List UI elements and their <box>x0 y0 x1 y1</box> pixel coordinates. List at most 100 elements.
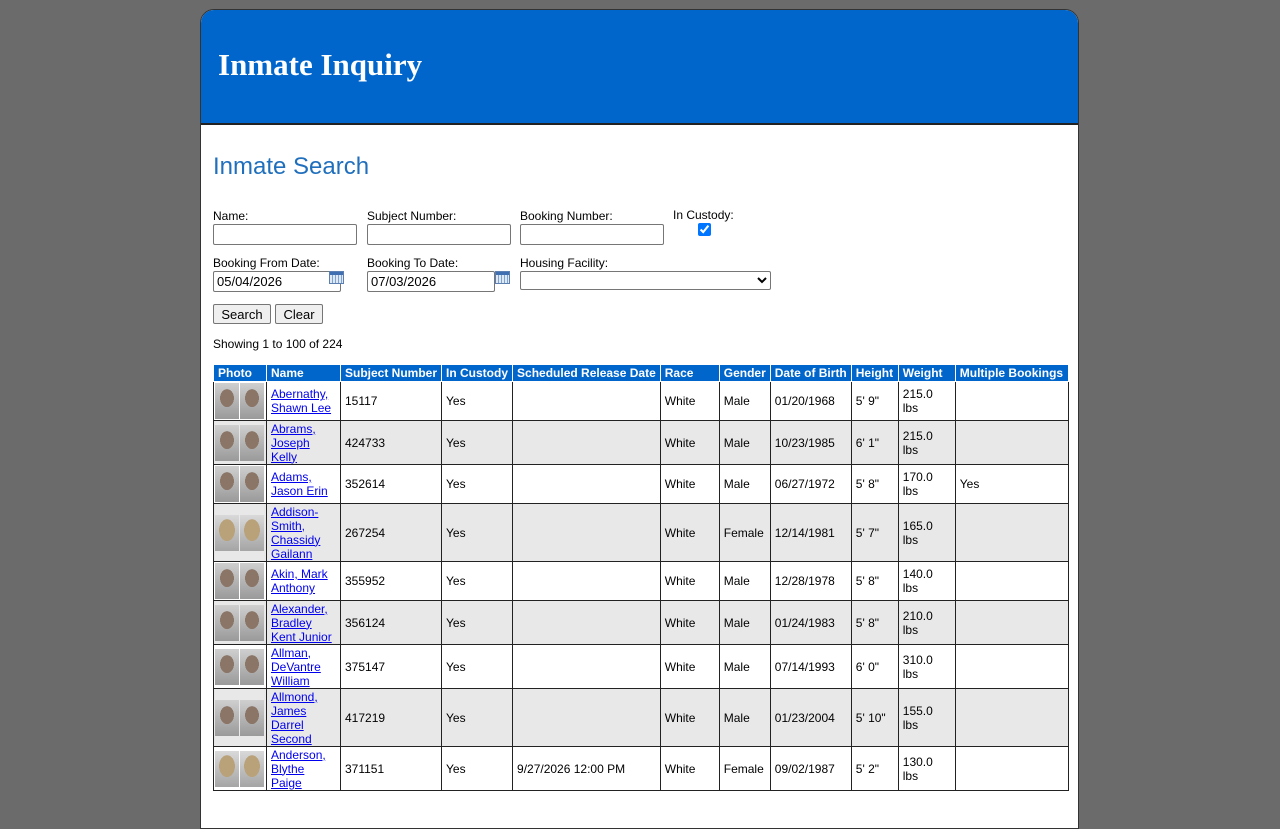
subject-number-cell: 424733 <box>339 420 443 465</box>
table-row: Akin, Mark Anthony 355952 Yes White Male 12/28… <box>213 561 1069 601</box>
inmate-name-link[interactable]: Addison- Smith, Chassidy Gailann <box>271 505 320 561</box>
inmate-name-part: DeVantre <box>271 659 321 674</box>
inmate-photo[interactable] <box>215 383 239 419</box>
name-cell: Allman, DeVantre William <box>266 644 341 689</box>
inmate-name-link[interactable]: Akin, Mark Anthony <box>271 567 328 595</box>
inmate-photo[interactable] <box>240 563 264 599</box>
inmate-name-link[interactable]: Allmond, James Darrel Second <box>271 690 318 746</box>
inmate-name-part: William <box>271 673 310 688</box>
subject-number-field-group: Subject Number: <box>367 209 511 245</box>
height-cell: 5' 8" <box>850 464 899 504</box>
inmate-photo[interactable] <box>240 699 264 736</box>
multiple-bookings-cell <box>954 644 1069 689</box>
inmate-photo[interactable] <box>215 699 239 736</box>
inmate-photo[interactable] <box>215 604 239 641</box>
inmate-photo[interactable] <box>240 648 264 685</box>
inmate-name-part: Gailann <box>271 546 313 561</box>
subject-number-cell: 356124 <box>339 600 443 645</box>
release-date-cell <box>512 688 661 747</box>
inmate-name-part: Shawn Lee <box>271 401 332 415</box>
inmate-photo[interactable] <box>215 514 239 551</box>
multiple-bookings-cell <box>954 688 1069 747</box>
height-cell: 5' 7" <box>850 503 899 562</box>
inmate-name-link[interactable]: Adams, Jason Erin <box>271 470 328 498</box>
inmate-photo[interactable] <box>240 750 264 787</box>
multiple-bookings-cell <box>954 600 1069 645</box>
date-of-birth-cell: 06/27/1972 <box>769 464 852 504</box>
weight-cell: 215.0 lbs <box>897 381 956 421</box>
photo-cell <box>213 381 267 421</box>
inmate-name-part: Abernathy, <box>271 387 329 401</box>
date-of-birth-cell: 01/23/2004 <box>769 688 852 747</box>
multiple-bookings-cell <box>954 420 1069 465</box>
in-custody-cell: Yes <box>441 420 514 465</box>
weight-cell: 155.0 lbs <box>897 688 956 747</box>
weight-cell: 215.0 lbs <box>897 420 956 465</box>
inmate-name-link[interactable]: Abrams, Joseph Kelly <box>271 422 316 464</box>
inmate-name-part: Paige <box>271 775 302 790</box>
subject-number-cell: 15117 <box>339 381 443 421</box>
inmate-photo[interactable] <box>240 604 264 641</box>
weight-cell: 130.0 lbs <box>897 746 956 791</box>
inmate-name-part: Addison- <box>271 504 319 519</box>
race-cell: White <box>659 561 720 601</box>
subject-number-input[interactable] <box>367 224 511 245</box>
inmate-photo[interactable] <box>215 424 239 461</box>
inmate-name-link[interactable]: Alexander, Bradley Kent Junior <box>271 602 332 644</box>
name-cell: Allmond, James Darrel Second <box>266 688 341 747</box>
calendar-icon[interactable] <box>329 271 344 284</box>
gender-cell: Male <box>718 644 771 689</box>
inmate-photo[interactable] <box>240 514 264 551</box>
table-row: Adams, Jason Erin 352614 Yes White Male 06/27/… <box>213 464 1069 504</box>
booking-number-label: Booking Number: <box>520 209 613 223</box>
date-of-birth-cell: 10/23/1985 <box>769 420 852 465</box>
search-button[interactable]: Search <box>213 304 271 324</box>
name-input[interactable] <box>213 224 357 245</box>
date-of-birth-cell: 09/02/1987 <box>769 746 852 791</box>
inmate-name-link[interactable]: Anderson, Blythe Paige <box>271 748 326 790</box>
calendar-icon[interactable] <box>495 271 510 284</box>
page-title: Inmate Inquiry <box>218 47 423 82</box>
inmate-photo[interactable] <box>240 466 264 502</box>
name-cell: Abernathy, Shawn Lee <box>266 381 341 421</box>
inmate-photo[interactable] <box>215 563 239 599</box>
inmate-photo[interactable] <box>240 383 264 419</box>
photo-cell <box>213 746 267 791</box>
name-field-group: Name: <box>213 209 357 245</box>
table-row: Allman, DeVantre William 375147 Yes White Male… <box>213 644 1069 689</box>
table-row: Addison- Smith, Chassidy Gailann 267254 Yes Wh… <box>213 503 1069 562</box>
booking-to-date-input[interactable] <box>367 271 495 292</box>
booking-number-input[interactable] <box>520 224 664 245</box>
name-cell: Alexander, Bradley Kent Junior <box>266 600 341 645</box>
inmate-photo[interactable] <box>240 424 264 461</box>
in-custody-cell: Yes <box>441 561 514 601</box>
inmate-name-link[interactable]: Abernathy, Shawn Lee <box>271 387 331 415</box>
in-custody-checkbox[interactable] <box>698 223 711 236</box>
inmate-photo[interactable] <box>215 466 239 502</box>
inmate-name-part: Anderson, <box>271 747 326 762</box>
housing-facility-select[interactable] <box>520 271 771 290</box>
gender-cell: Female <box>718 503 771 562</box>
inmate-photo[interactable] <box>215 750 239 787</box>
date-of-birth-cell: 12/14/1981 <box>769 503 852 562</box>
release-date-cell <box>512 600 661 645</box>
subject-number-label: Subject Number: <box>367 209 457 223</box>
weight-cell: 310.0 lbs <box>897 644 956 689</box>
search-section-title: Inmate Search <box>213 153 370 180</box>
multiple-bookings-cell <box>954 503 1069 562</box>
inmate-photo[interactable] <box>215 648 239 685</box>
name-cell: Adams, Jason Erin <box>266 464 341 504</box>
booking-from-date-field-group: Booking From Date: <box>213 256 341 292</box>
race-cell: White <box>659 688 720 747</box>
inmate-name-part: James <box>271 703 307 718</box>
booking-from-date-input[interactable] <box>213 271 341 292</box>
inmate-name-link[interactable]: Allman, DeVantre William <box>271 646 321 688</box>
table-row: Anderson, Blythe Paige 371151 Yes 9/27/2026 1… <box>213 746 1069 791</box>
results-body: Abernathy, Shawn Lee 15117 Yes White Male 01/2… <box>213 381 1069 791</box>
weight-cell: 210.0 lbs <box>897 600 956 645</box>
clear-button[interactable]: Clear <box>275 304 323 324</box>
results-table: Photo Name Subject Number In Custody Schedul… <box>213 364 1069 791</box>
race-cell: White <box>659 503 720 562</box>
release-date-cell <box>512 420 661 465</box>
gender-cell: Male <box>718 600 771 645</box>
